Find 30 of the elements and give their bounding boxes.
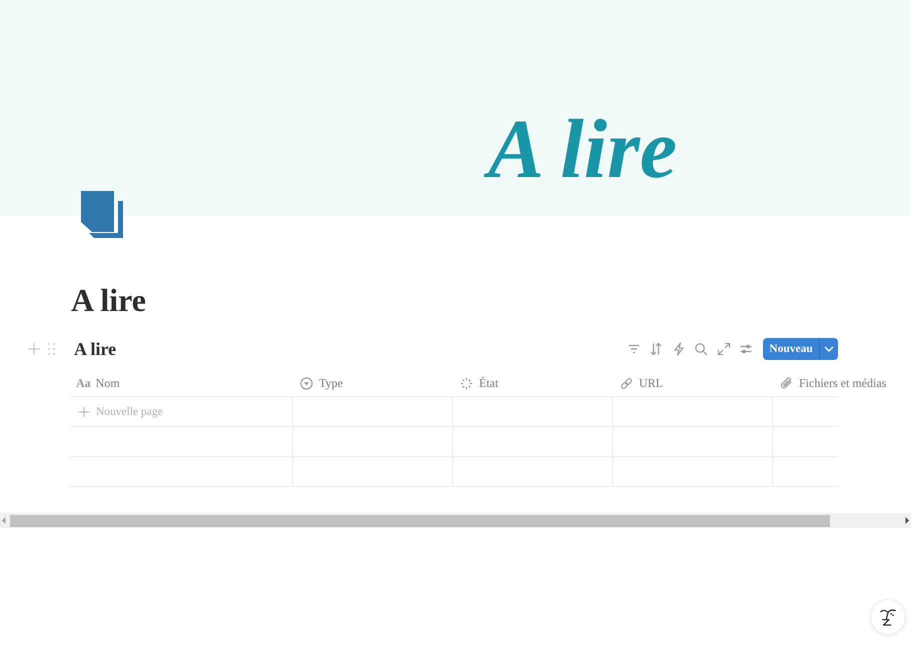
sliders-icon[interactable]: [739, 342, 753, 356]
cover-title: A lire: [482, 100, 692, 200]
horizontal-scrollbar[interactable]: [0, 513, 911, 528]
drag-handle-icon[interactable]: [48, 343, 55, 355]
page-title: A lire: [71, 281, 146, 319]
scrollbar-thumb[interactable]: [10, 514, 830, 526]
column-header[interactable]: URL: [613, 370, 773, 396]
add-icon[interactable]: [28, 343, 40, 355]
document-stack-icon: [80, 190, 124, 238]
search-icon[interactable]: [694, 342, 708, 356]
doodle-icon: [879, 607, 897, 627]
paperclip-icon: [780, 376, 793, 390]
new-button[interactable]: Nouveau: [763, 338, 819, 360]
plus-icon: [79, 406, 89, 416]
column-header[interactable]: Aa Nom: [70, 370, 293, 396]
sort-icon[interactable]: [649, 342, 663, 356]
column-header[interactable]: Type: [293, 370, 453, 396]
filter-icon[interactable]: [626, 342, 640, 356]
caret-icon: [824, 346, 834, 352]
text-format-icon: Aa: [76, 376, 91, 390]
expand-icon[interactable]: [716, 342, 730, 356]
column-header[interactable]: Fichiers et médias: [773, 370, 890, 396]
column-header[interactable]: État: [453, 370, 613, 396]
lightning-icon[interactable]: [672, 342, 686, 356]
dropdown-button[interactable]: [819, 338, 838, 360]
dropdown-circle-icon: [300, 376, 313, 390]
help-button[interactable]: [870, 599, 906, 635]
new-page-button[interactable]: Nouvelle page: [79, 406, 167, 418]
database-title[interactable]: A lire: [74, 338, 116, 360]
link-icon: [620, 376, 633, 390]
